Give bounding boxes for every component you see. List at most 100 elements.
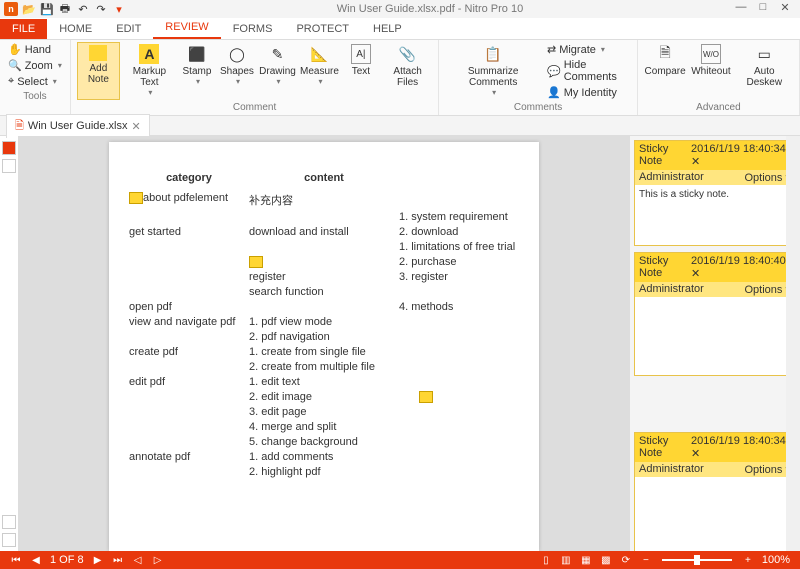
zoom-tool[interactable]: 🔍Zoom (6, 58, 64, 73)
qa-more-icon[interactable]: ▾ (112, 2, 126, 16)
my-identity-button[interactable]: 👤My Identity (545, 85, 619, 100)
note-body[interactable]: This is a sticky note. (635, 185, 795, 245)
attach-icon: 📎 (398, 44, 418, 64)
summarize-button[interactable]: 📋Summarize Comments (445, 42, 541, 100)
tab-review[interactable]: REVIEW (153, 17, 220, 39)
tab-home[interactable]: HOME (47, 19, 104, 39)
view-facing-icon[interactable]: ▦ (579, 553, 593, 567)
sticky-note[interactable]: Sticky Note2016/1/19 18:40:34 ✕Administr… (634, 432, 796, 551)
qa-print-icon[interactable]: 🖶 (58, 2, 72, 16)
tab-edit[interactable]: EDIT (104, 19, 153, 39)
note-title: Sticky Note (639, 435, 691, 460)
whiteout-icon: W/O (701, 44, 721, 64)
tab-help[interactable]: HELP (361, 19, 414, 39)
sticky-note-icon[interactable] (419, 391, 433, 403)
doc-row: 2. purchase (129, 256, 519, 268)
deskew-button[interactable]: ▭Auto Deskew (736, 42, 794, 100)
hide-comments-button[interactable]: 💬Hide Comments (545, 58, 631, 84)
side-pages-icon[interactable] (2, 141, 16, 155)
sticky-note[interactable]: Sticky Note2016/1/19 18:40:40 ✕Administr… (634, 252, 796, 376)
shapes-button[interactable]: ◯Shapes (219, 42, 255, 100)
markup-text-button[interactable]: AMarkup Text (124, 42, 175, 100)
doc-row: 1. limitations of free trial (129, 241, 519, 253)
text-button[interactable]: A|Text (343, 42, 379, 100)
note-body[interactable] (635, 477, 795, 551)
side-bookmarks-icon[interactable] (2, 159, 16, 173)
measure-button[interactable]: 📐Measure (300, 42, 339, 100)
document-tab[interactable]: 🗎 Win User Guide.xlsx ✕ (6, 114, 150, 138)
migrate-button[interactable]: ⇄Migrate (545, 42, 607, 57)
nav-fwd-icon[interactable]: ▷ (151, 553, 165, 567)
note-options[interactable]: Options ▾ (745, 171, 792, 184)
nav-first-icon[interactable]: ⏮ (9, 553, 23, 567)
doc-row: 2. edit image (129, 391, 519, 403)
compare-button[interactable]: 🗎Compare (644, 42, 687, 100)
page-area[interactable]: categorycontent about pdfelement补充内容1. s… (18, 136, 630, 551)
note-options[interactable]: Options ▾ (745, 283, 792, 296)
qa-undo-icon[interactable]: ↶ (76, 2, 90, 16)
side-bottom-2-icon[interactable] (2, 533, 16, 547)
side-bottom-1-icon[interactable] (2, 515, 16, 529)
sticky-note[interactable]: Sticky Note2016/1/19 18:40:34 ✕Administr… (634, 140, 796, 246)
drawing-button[interactable]: ✎Drawing (259, 42, 296, 100)
doc-row: 2. create from multiple file (129, 361, 519, 373)
doc-icon: 🗎 (15, 117, 24, 136)
doc-row: 1. system requirement (129, 211, 519, 223)
whiteout-button[interactable]: W/OWhiteout (690, 42, 731, 100)
note-author: Administrator (639, 283, 704, 296)
doc-row: about pdfelement补充内容 (129, 192, 519, 208)
stamp-button[interactable]: ⬛Stamp (179, 42, 215, 100)
view-single-icon[interactable]: ▯ (539, 553, 553, 567)
view-contfacing-icon[interactable]: ▩ (599, 553, 613, 567)
add-note-button[interactable]: Add Note (77, 42, 120, 100)
title-bar: n 📂 💾 🖶 ↶ ↷ ▾ Win User Guide.xlsx.pdf - … (0, 0, 800, 18)
qa-save-icon[interactable]: 💾 (40, 2, 54, 16)
qa-open-icon[interactable]: 📂 (22, 2, 36, 16)
note-date: 2016/1/19 18:40:34 ✕ (691, 435, 791, 460)
doc-row: open pdf4. methods (129, 301, 519, 313)
sticky-note-icon[interactable] (129, 192, 143, 204)
drawing-icon: ✎ (268, 44, 288, 64)
doc-row: register3. register (129, 271, 519, 283)
pdf-page: categorycontent about pdfelement补充内容1. s… (109, 142, 539, 551)
compare-icon: 🗎 (655, 44, 675, 64)
doc-row: create pdf1. create from single file (129, 346, 519, 358)
select-tool[interactable]: ⌖Select (6, 74, 59, 89)
document-tabs: 🗎 Win User Guide.xlsx ✕ (0, 116, 800, 136)
hand-tool[interactable]: ✋Hand (6, 42, 53, 57)
zoom-in-icon[interactable]: + (741, 553, 755, 567)
view-cont-icon[interactable]: ▥ (559, 553, 573, 567)
shapes-icon: ◯ (227, 44, 247, 64)
nav-next-icon[interactable]: ▶ (91, 553, 105, 567)
view-rotate-icon[interactable]: ⟳ (619, 553, 633, 567)
note-options[interactable]: Options ▾ (745, 463, 792, 476)
minimize-button[interactable]: — (730, 1, 752, 17)
vertical-scrollbar[interactable] (786, 136, 800, 551)
tab-protect[interactable]: PROTECT (284, 19, 361, 39)
qa-redo-icon[interactable]: ↷ (94, 2, 108, 16)
zoom-slider[interactable] (662, 559, 732, 561)
nav-prev-icon[interactable]: ◀ (29, 553, 43, 567)
ribbon-group-advanced: 🗎Compare W/OWhiteout ▭Auto Deskew Advanc… (638, 40, 800, 115)
nav-last-icon[interactable]: ⏭ (111, 553, 125, 567)
doc-row: get starteddownload and install2. downlo… (129, 226, 519, 238)
tab-file[interactable]: FILE (0, 19, 47, 39)
maximize-button[interactable]: □ (752, 1, 774, 17)
group-title-comments: Comments (514, 100, 562, 115)
summarize-icon: 📋 (483, 44, 503, 64)
close-button[interactable]: ✕ (774, 1, 796, 17)
doc-row: 5. change background (129, 436, 519, 448)
markup-icon: A (139, 44, 159, 64)
stamp-icon: ⬛ (187, 44, 207, 64)
sticky-note-icon[interactable] (249, 256, 263, 268)
zoom-out-icon[interactable]: − (639, 553, 653, 567)
doc-row: 2. highlight pdf (129, 466, 519, 478)
nav-back-icon[interactable]: ◁ (131, 553, 145, 567)
workspace: categorycontent about pdfelement补充内容1. s… (18, 136, 800, 551)
close-tab-icon[interactable]: ✕ (132, 120, 141, 133)
attach-button[interactable]: 📎Attach Files (383, 42, 432, 100)
migrate-icon: ⇄ (547, 43, 556, 56)
tab-forms[interactable]: FORMS (221, 19, 285, 39)
group-title-tools: Tools (23, 89, 46, 104)
note-body[interactable] (635, 297, 795, 375)
